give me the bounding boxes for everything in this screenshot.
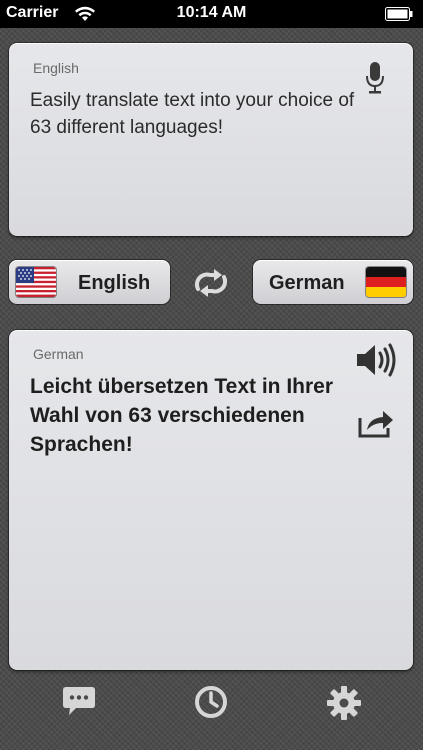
target-language-button-label: German: [269, 272, 345, 294]
microphone-icon[interactable]: [365, 61, 385, 100]
target-language-label: German: [33, 346, 84, 362]
source-language-button-label: English: [78, 272, 151, 294]
share-icon[interactable]: [357, 406, 395, 443]
source-language-button[interactable]: English: [9, 260, 170, 304]
us-flag-icon: [16, 267, 56, 297]
history-clock-icon[interactable]: [194, 685, 228, 724]
battery-icon: [385, 7, 413, 26]
swap-arrows-icon[interactable]: [190, 265, 232, 306]
settings-gear-icon[interactable]: [326, 685, 362, 726]
clock-time: 10:14 AM: [176, 4, 247, 21]
speaker-icon[interactable]: [355, 342, 397, 383]
source-text[interactable]: Easily translate text into your choice o…: [30, 87, 360, 141]
status-bar: Carrier 10:14 AM: [0, 0, 423, 28]
source-language-label: English: [33, 60, 79, 76]
germany-flag-icon: [366, 267, 406, 297]
translated-text: Leicht übersetzen Text in Ihrer Wahl von…: [30, 375, 334, 456]
translation-panel: German Leicht übersetzen Text in Ihrer W…: [9, 330, 413, 670]
chat-bubble-icon[interactable]: [62, 685, 96, 722]
target-language-button[interactable]: German: [253, 260, 413, 304]
source-text-panel[interactable]: English Easily translate text into your …: [9, 43, 413, 236]
